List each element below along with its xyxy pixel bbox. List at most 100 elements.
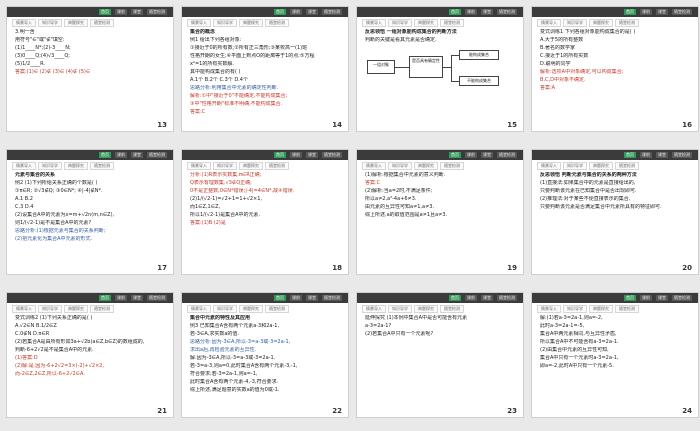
slide-nav-tab[interactable]: 首页 [274,152,286,158]
slide-nav-tab[interactable]: 课堂 [131,295,143,301]
section-chip[interactable]: 情景导入 [537,19,561,27]
slide-nav-tab[interactable]: 随堂检测 [497,295,517,301]
slide-nav-tab[interactable]: 首页 [99,9,111,15]
slide-nav-tab[interactable]: 随堂检测 [322,152,342,158]
slide-nav-tab[interactable]: 课堂 [656,295,668,301]
section-chip[interactable]: 知识导学 [563,305,587,313]
slide-nav-tab[interactable]: 首页 [624,152,636,158]
slide-nav-tab[interactable]: 课堂 [306,152,318,158]
section-chip[interactable]: 随堂检测 [90,162,114,170]
section-chip[interactable]: 随堂检测 [90,19,114,27]
section-chip[interactable]: 随堂检测 [265,305,289,313]
section-chip[interactable]: 典题探究 [239,19,263,27]
slide-nav-tab[interactable]: 首页 [274,9,286,15]
section-chip[interactable]: 随堂检测 [440,162,464,170]
section-chip[interactable]: 情景导入 [187,19,211,27]
slide-nav-tab[interactable]: 课前 [115,295,127,301]
section-chip[interactable]: 情景导入 [12,305,36,313]
slide-nav-tab[interactable]: 随堂检测 [322,9,342,15]
slide-thumbnail[interactable]: 首页 课前 课堂 随堂检测 情景导入 知识导学 典题探究 随堂检测 变式训练2 (1)下列关系正… [6,292,174,418]
slide-nav-tab[interactable]: 课前 [115,9,127,15]
slide-nav-tab[interactable]: 首页 [624,9,636,15]
slide-thumbnail[interactable]: 首页 课前 课堂 随堂检测 情景导入 知识导学 典题探究 随堂检测 变式训练1 下列各组对象能构… [531,6,699,132]
section-chip[interactable]: 随堂检测 [265,19,289,27]
slide-nav-tab[interactable]: 课前 [640,9,652,15]
section-chip[interactable]: 知识导学 [38,19,62,27]
slide-thumbnail[interactable]: 首页 课前 课堂 随堂检测 情景导入 知识导学 典题探究 随堂检测 元素与集合的关系 例2 (1)… [6,149,174,275]
section-chip[interactable]: 情景导入 [187,305,211,313]
slide-nav-tab[interactable]: 随堂检测 [147,152,167,158]
section-chip[interactable]: 典题探究 [414,19,438,27]
slide-nav-tab[interactable]: 课堂 [481,295,493,301]
section-chip[interactable]: 知识导学 [213,19,237,27]
slide-nav-tab[interactable]: 课前 [640,295,652,301]
slide-thumbnail[interactable]: 首页 课前 课堂 随堂检测 情景导入 知识导学 典题探究 随堂检测 延伸探究 (1)本例中集合A… [356,292,524,418]
section-chip[interactable]: 典题探究 [239,162,263,170]
slide-nav-tab[interactable]: 课堂 [131,9,143,15]
slide-nav-tab[interactable]: 课堂 [306,9,318,15]
section-chip[interactable]: 随堂检测 [265,162,289,170]
slide-nav-tab[interactable]: 课前 [115,152,127,158]
slide-nav-tab[interactable]: 课前 [465,295,477,301]
section-chip[interactable]: 随堂检测 [440,305,464,313]
slide-thumbnail[interactable]: 首页 课前 课堂 随堂检测 情景导入 知识导学 典题探究 随堂检测 (1)解析:根据集合中元素的… [356,149,524,275]
slide-thumbnail[interactable]: 首页 课前 课堂 随堂检测 情景导入 知识导学 典题探究 随堂检测 解:(1)若a-3=2a-1… [531,292,699,418]
section-chip[interactable]: 情景导入 [537,162,561,170]
slide-nav-tab[interactable]: 课堂 [656,152,668,158]
section-chip[interactable]: 典题探究 [414,305,438,313]
slide-nav-tab[interactable]: 随堂检测 [322,295,342,301]
slide-nav-tab[interactable]: 随堂检测 [672,9,692,15]
section-chip[interactable]: 典题探究 [589,19,613,27]
section-chip[interactable]: 情景导入 [362,162,386,170]
section-chip[interactable]: 随堂检测 [615,19,639,27]
slide-nav-tab[interactable]: 随堂检测 [672,152,692,158]
slide-nav-tab[interactable]: 课堂 [481,9,493,15]
slide-nav-tab[interactable]: 首页 [99,295,111,301]
slide-nav-tab[interactable]: 首页 [449,152,461,158]
section-chip[interactable]: 随堂检测 [90,305,114,313]
slide-nav-tab[interactable]: 随堂检测 [147,295,167,301]
section-chip[interactable]: 情景导入 [362,305,386,313]
section-chip[interactable]: 典题探究 [64,305,88,313]
slide-nav-tab[interactable]: 课前 [290,152,302,158]
section-chip[interactable]: 知识导学 [563,162,587,170]
slide-nav-tab[interactable]: 课前 [290,295,302,301]
slide-nav-tab[interactable]: 课堂 [481,152,493,158]
section-chip[interactable]: 随堂检测 [615,162,639,170]
slide-nav-tab[interactable]: 课前 [465,152,477,158]
section-chip[interactable]: 典题探究 [239,305,263,313]
section-chip[interactable]: 随堂检测 [440,19,464,27]
slide-nav-tab[interactable]: 课前 [640,152,652,158]
slide-nav-tab[interactable]: 课堂 [306,295,318,301]
section-chip[interactable]: 知识导学 [213,162,237,170]
slide-nav-tab[interactable]: 课前 [465,9,477,15]
slide-nav-tab[interactable]: 随堂检测 [147,9,167,15]
section-chip[interactable]: 情景导入 [12,162,36,170]
slide-thumbnail[interactable]: 首页 课前 课堂 随堂检测 情景导入 知识导学 典题探究 随堂检测 反思领悟 判断元素与集合的关… [531,149,699,275]
slide-thumbnail[interactable]: 首页 课前 课堂 随堂检测 情景导入 知识导学 典题探究 随堂检测 分析:(1)R表示实数集,π… [181,149,349,275]
slide-thumbnail[interactable]: 首页 课前 课堂 随堂检测 情景导入 知识导学 典题探究 随堂检测 集合的概念 例1 给出下列各组… [181,6,349,132]
section-chip[interactable]: 知识导学 [388,19,412,27]
section-chip[interactable]: 知识导学 [213,305,237,313]
slide-nav-tab[interactable]: 随堂检测 [497,152,517,158]
slide-nav-tab[interactable]: 首页 [449,295,461,301]
section-chip[interactable]: 典题探究 [589,305,613,313]
slide-thumbnail[interactable]: 首页 课前 课堂 随堂检测 情景导入 知识导学 典题探究 随堂检测 3.明一含 用符号"∈"或"∉… [6,6,174,132]
section-chip[interactable]: 典题探究 [64,19,88,27]
section-chip[interactable]: 典题探究 [64,162,88,170]
section-chip[interactable]: 知识导学 [563,19,587,27]
section-chip[interactable]: 情景导入 [12,19,36,27]
section-chip[interactable]: 知识导学 [388,305,412,313]
slide-thumbnail[interactable]: 首页 课前 课堂 随堂检测 情景导入 知识导学 典题探究 随堂检测 集合中元素的特性及其应用 例3… [181,292,349,418]
section-chip[interactable]: 情景导入 [537,305,561,313]
section-chip[interactable]: 知识导学 [388,162,412,170]
section-chip[interactable]: 情景导入 [362,19,386,27]
section-chip[interactable]: 典题探究 [414,162,438,170]
section-chip[interactable]: 知识导学 [38,162,62,170]
slide-nav-tab[interactable]: 课堂 [656,9,668,15]
section-chip[interactable]: 典题探究 [589,162,613,170]
section-chip[interactable]: 随堂检测 [615,305,639,313]
slide-thumbnail[interactable]: 首页 课前 课堂 随堂检测 情景导入 知识导学 典题探究 随堂检测 反思领悟 一组对象能构成集合… [356,6,524,132]
slide-nav-tab[interactable]: 随堂检测 [672,295,692,301]
slide-nav-tab[interactable]: 首页 [449,9,461,15]
